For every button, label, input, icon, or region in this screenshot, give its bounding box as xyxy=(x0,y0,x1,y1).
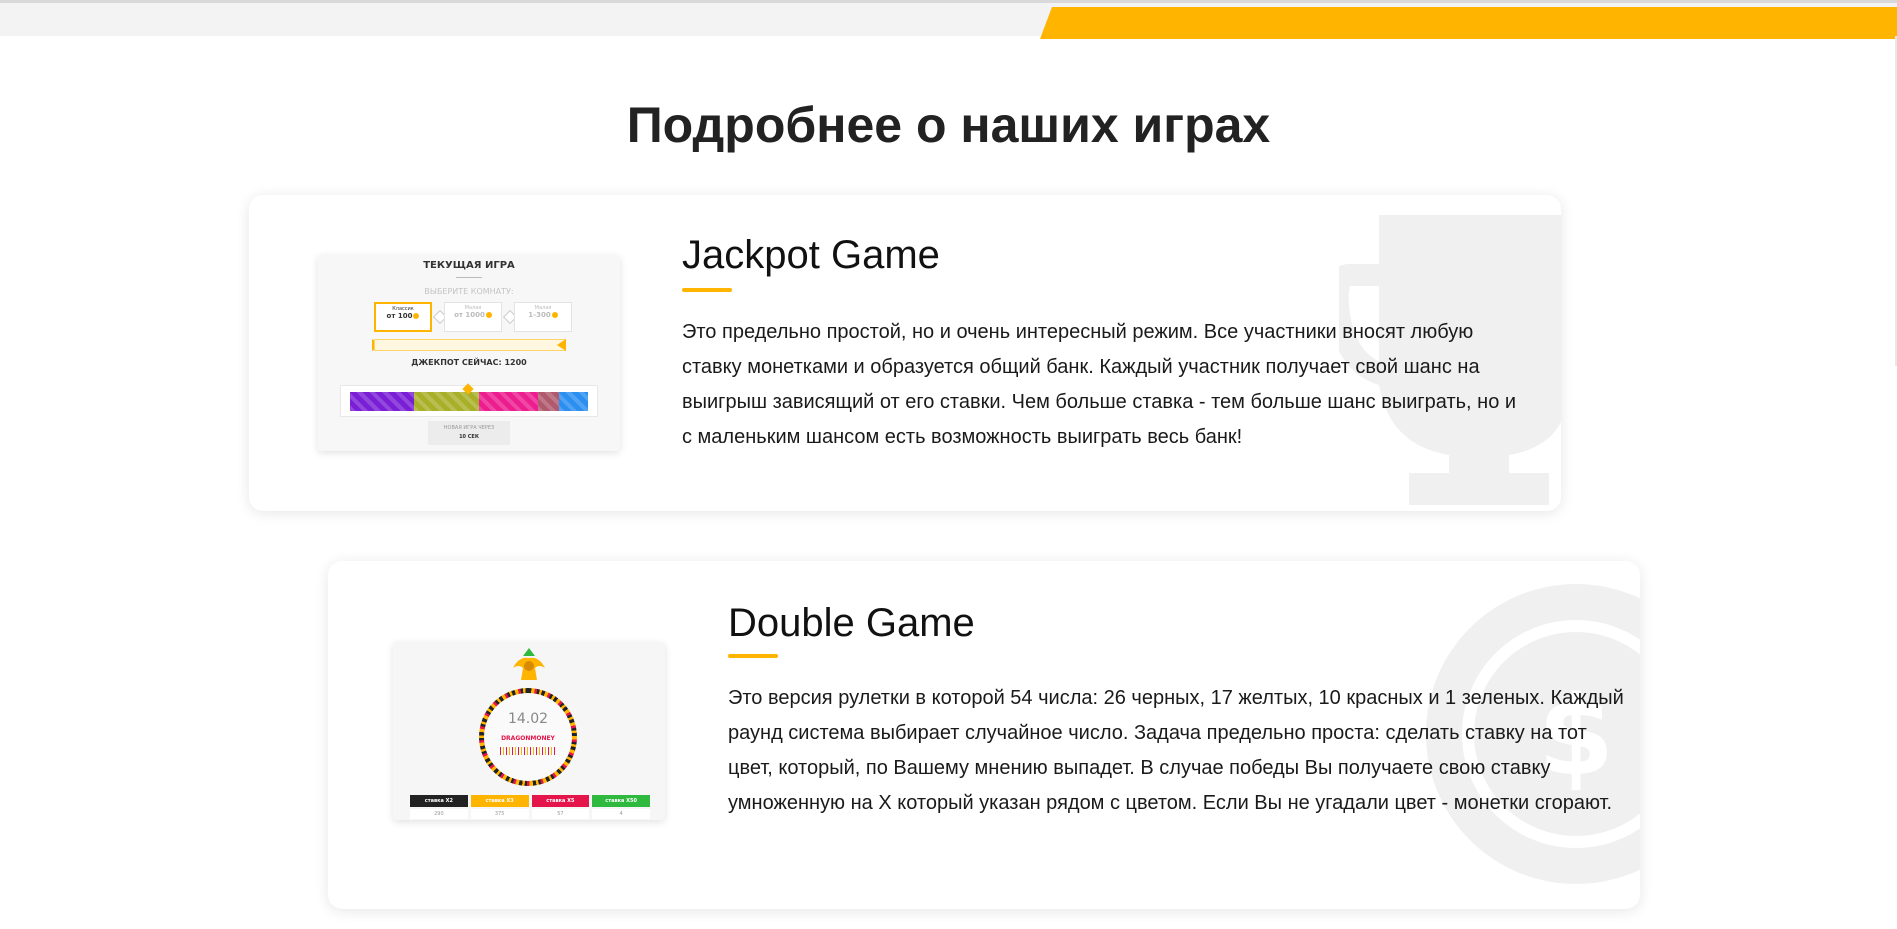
room-value: 1-300 xyxy=(528,311,551,319)
coin-icon xyxy=(551,312,558,318)
game-title: Jackpot Game xyxy=(682,233,940,277)
coin-icon xyxy=(485,312,492,318)
title-underline xyxy=(728,654,778,658)
preview-promo-strip xyxy=(374,339,566,351)
jackpot-bar xyxy=(350,392,588,411)
double-preview-image: 14.02 DRAGONMONEY ставка X2 ставка X3 ст… xyxy=(393,642,665,820)
header-accent-stripe xyxy=(1040,7,1897,39)
game-description: Это версия рулетки в которой 54 числа: 2… xyxy=(728,687,1624,814)
preview-heading: ТЕКУЩАЯ ИГРА xyxy=(423,260,515,271)
jackpot-bar-segment xyxy=(559,392,588,411)
bet-total: 57 xyxy=(531,809,590,819)
jackpot-preview-image: ТЕКУЩАЯ ИГРА ВЫБЕРИТЕ КОМНАТУ: Классик о… xyxy=(318,255,620,451)
jackpot-bar-segment xyxy=(350,392,415,411)
countdown-label: НОВАЯ ИГРА ЧЕРЕЗ xyxy=(443,425,495,431)
roulette-center: 14.02 DRAGONMONEY xyxy=(484,693,572,781)
bet-total: 290 xyxy=(410,809,468,819)
roulette-wheel: 14.02 DRAGONMONEY xyxy=(479,688,577,786)
game-card-double: $ 14.02 DRAGONMONEY ставка X2 ставка X3 … xyxy=(328,561,1640,909)
chevron-left-icon xyxy=(557,339,566,351)
section-title: Подробнее о наших играх xyxy=(626,97,1271,153)
jackpot-bar-segment xyxy=(414,392,479,411)
game-title: Double Game xyxy=(728,601,975,645)
coin-icon xyxy=(413,313,420,319)
jackpot-bar-segment xyxy=(478,392,538,411)
title-underline xyxy=(682,288,732,292)
bet-option: ставка X5 xyxy=(531,795,590,807)
bet-total: 375 xyxy=(470,809,529,819)
room-value: от 100 xyxy=(386,312,413,320)
bet-options-row: ставка X2 ставка X3 ставка X5 ставка X50 xyxy=(410,795,650,807)
bet-total: 4 xyxy=(592,809,650,819)
game-description: Это предельно простой, но и очень интере… xyxy=(682,321,1517,448)
bet-option: ставка X50 xyxy=(592,795,650,807)
countdown-value: 10 СЕК xyxy=(459,434,479,440)
bet-option: ставка X3 xyxy=(470,795,529,807)
preview-countdown: НОВАЯ ИГРА ЧЕРЕЗ 10 СЕК xyxy=(428,421,510,445)
bet-option: ставка X2 xyxy=(410,795,468,807)
preview-divider xyxy=(456,277,482,278)
room-value: от 1000 xyxy=(454,311,485,319)
top-header-bar xyxy=(0,0,1897,39)
roulette-timer: 14.02 xyxy=(507,711,549,727)
preview-subheading: ВЫБЕРИТЕ КОМНАТУ: xyxy=(424,287,514,296)
dragon-logo-icon xyxy=(513,648,545,680)
jackpot-amount: ДЖЕКПОТ СЕЙЧАС: 1200 xyxy=(411,358,527,367)
bet-totals-row: 290 375 57 4 xyxy=(410,809,650,819)
room-option: Малая от 1000 xyxy=(444,302,502,332)
roulette-brand: DRAGONMONEY xyxy=(501,735,555,742)
roulette-history-bars xyxy=(500,747,556,755)
room-option: Малая 1-300 xyxy=(514,302,572,332)
jackpot-bar-segment xyxy=(538,392,560,411)
game-card-jackpot: ТЕКУЩАЯ ИГРА ВЫБЕРИТЕ КОМНАТУ: Классик о… xyxy=(249,195,1561,511)
room-option: Классик от 100 xyxy=(374,302,432,332)
